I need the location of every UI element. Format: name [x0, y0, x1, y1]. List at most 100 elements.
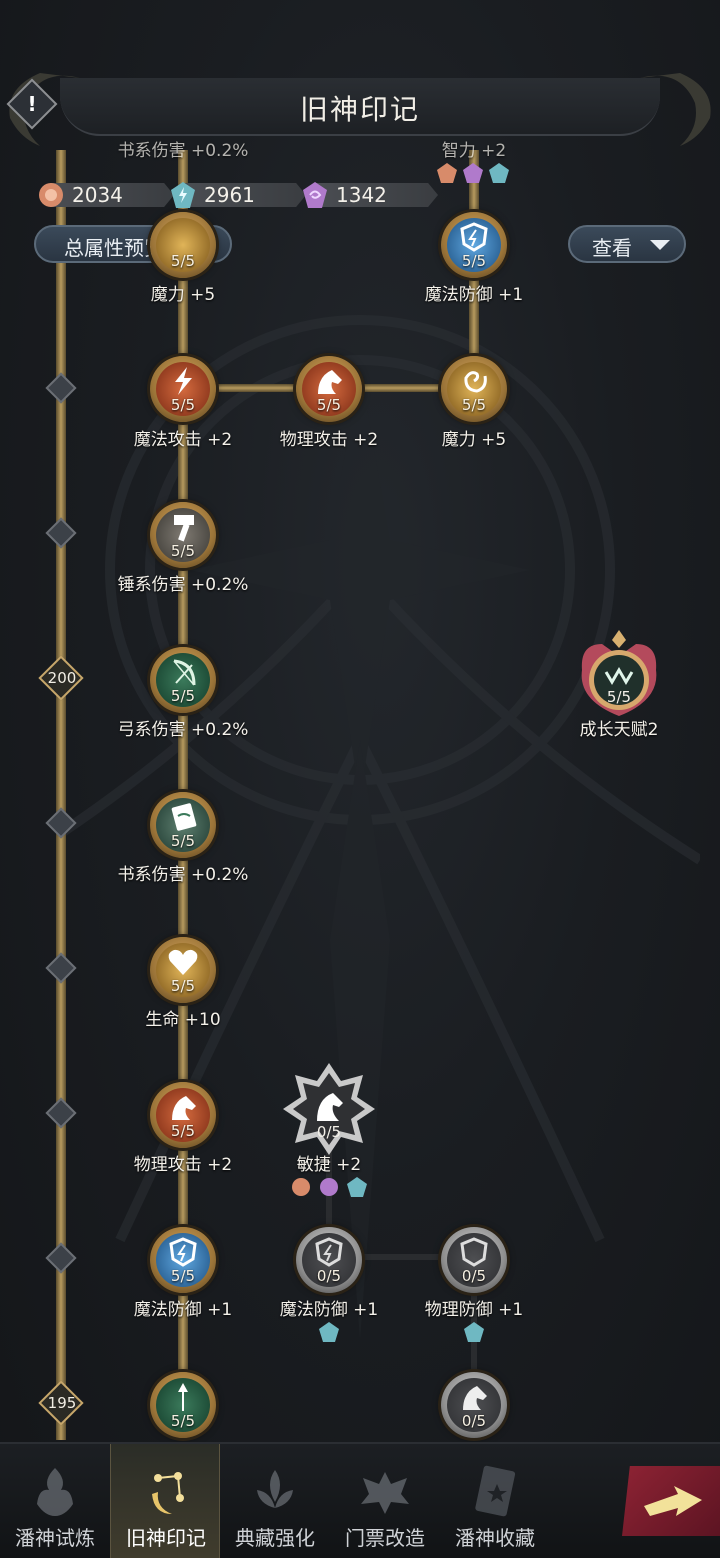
tab-ticket-modify[interactable]: 门票改造: [330, 1444, 440, 1558]
currency-purple: 1342: [300, 180, 440, 210]
skill-node-magic-power-top[interactable]: 5/5: [150, 212, 216, 278]
skill-node-agility[interactable]: 0/5: [283, 1063, 375, 1155]
skill-node-spear[interactable]: 5/5: [150, 1372, 216, 1438]
node-label: 魔力 +5: [441, 430, 507, 450]
teal-gem-icon: [319, 1322, 339, 1342]
skill-node-magic-attack[interactable]: 5/5: [150, 356, 216, 422]
skill-node-magic-power[interactable]: 5/5: [441, 356, 507, 422]
rose-gem-icon: [292, 1178, 310, 1196]
node-label: 锤系伤害 +0.2%: [117, 575, 249, 595]
bottom-nav: 潘神试炼 旧神印记 典藏强化 门票改造 潘神收藏: [0, 1442, 720, 1558]
node-count: 5/5: [170, 687, 196, 705]
node-count: 5/5: [170, 977, 196, 995]
skill-node-locked-bottom[interactable]: 0/5: [441, 1372, 507, 1438]
node-label: 魔法防御 +1: [424, 285, 524, 305]
spear-icon: [178, 1383, 188, 1411]
page-title: 旧神印记: [299, 93, 420, 126]
node-label: 书系伤害 +0.2%: [117, 865, 249, 885]
purple-swirl-gem-icon: [303, 182, 327, 208]
tab-label: 门票改造: [345, 1526, 425, 1550]
purple-gem-icon: [463, 163, 483, 183]
level-marker: [45, 517, 77, 549]
node-label: 生命 +10: [145, 1010, 221, 1030]
heart-icon: [168, 949, 198, 975]
node-count: 0/5: [461, 1267, 487, 1285]
hammer-icon: [174, 515, 194, 542]
level-marker: [45, 372, 77, 404]
bow-icon: [173, 659, 196, 686]
node-count: 5/5: [170, 396, 196, 414]
node-count: 5/5: [170, 252, 196, 270]
lightning-icon: [175, 367, 192, 395]
level-marker: [45, 1097, 77, 1129]
currency-teal: 2961: [168, 180, 308, 210]
chevron-down-icon: [650, 240, 670, 250]
teal-gem-icon: [347, 1177, 367, 1197]
shield-lightning-icon: [460, 222, 488, 252]
purple-gem-icon: [320, 1178, 338, 1196]
partial-label-left: 书系伤害 +0.2%: [117, 141, 249, 161]
teal-gem-icon: [464, 1322, 484, 1342]
level-label: 195: [47, 1394, 77, 1412]
skill-node-physical-attack-low[interactable]: 5/5: [150, 1082, 216, 1148]
currency-rose-value: 2034: [72, 183, 123, 207]
skill-node-magic-defense-low[interactable]: 5/5: [150, 1227, 216, 1293]
node-label: 弓系伤害 +0.2%: [117, 720, 249, 740]
horse-head-icon: [172, 1096, 196, 1120]
level-marker: [45, 1242, 77, 1274]
skill-node-bow-damage[interactable]: 5/5: [150, 647, 216, 713]
flame-crest-icon: [37, 1468, 73, 1516]
currency-teal-value: 2961: [204, 183, 255, 207]
star-frame-icon: [283, 1063, 375, 1155]
view-dropdown[interactable]: 查看: [568, 225, 686, 263]
rose-gem-icon: [39, 183, 63, 207]
tab-label: 旧神印记: [126, 1526, 206, 1550]
crown-crest-icon: [581, 630, 657, 716]
tab-label: 典藏强化: [235, 1526, 315, 1550]
tab-old-god-mark[interactable]: 旧神印记: [110, 1444, 220, 1558]
skill-node-magic-defense-top[interactable]: 5/5: [441, 212, 507, 278]
node-label: 成长天赋2: [579, 720, 659, 740]
level-label: 200: [47, 669, 77, 687]
skill-node-hammer-damage[interactable]: 5/5: [150, 502, 216, 568]
go-button[interactable]: [622, 1466, 720, 1536]
node-count: 5/5: [170, 1412, 196, 1430]
arrow-right-icon: [644, 1486, 702, 1516]
node-count: 5/5: [170, 1122, 196, 1140]
node-count: 5/5: [170, 1267, 196, 1285]
book-icon: [171, 803, 197, 831]
node-count: 5/5: [461, 252, 487, 270]
currency-purple-value: 1342: [336, 183, 387, 207]
partial-label-right: 智力 +2: [441, 141, 507, 161]
skill-node-physical-attack[interactable]: 5/5: [296, 356, 362, 422]
teal-lightning-gem-icon: [171, 182, 195, 208]
shield-lightning-icon: [169, 1237, 197, 1267]
node-label: 物理防御 +1: [424, 1300, 524, 1320]
skill-node-magic-defense-locked[interactable]: 0/5: [296, 1227, 362, 1293]
screen: ! 旧神印记 书系伤害 +0.2% 智力 +2 2034 2961 1342 总…: [0, 0, 720, 1558]
tab-label: 潘神试炼: [15, 1526, 95, 1550]
growth-talent-node[interactable]: 5/5: [576, 630, 662, 726]
skill-node-life[interactable]: 5/5: [150, 937, 216, 1003]
spiral-icon: [464, 371, 487, 393]
node-count: 5/5: [316, 396, 342, 414]
skill-node-book-damage[interactable]: 5/5: [150, 792, 216, 858]
node-count: 5/5: [170, 832, 196, 850]
node-count: 0/5: [316, 1123, 342, 1141]
star-card-icon: [475, 1465, 516, 1517]
node-count: 5/5: [606, 688, 632, 706]
node-count: 0/5: [461, 1412, 487, 1430]
top-bar: ! 旧神印记: [0, 72, 720, 146]
view-dropdown-label: 查看: [592, 236, 632, 260]
skill-node-physical-defense-locked[interactable]: 0/5: [441, 1227, 507, 1293]
tab-collection-enhance[interactable]: 典藏强化: [220, 1444, 330, 1558]
tab-pan-trial[interactable]: 潘神试炼: [0, 1444, 110, 1558]
currency-rose: 2034: [36, 180, 176, 210]
attribute-preview-label: 总属性预览: [64, 236, 164, 260]
lotus-crest-icon: [257, 1470, 293, 1508]
horse-head-icon: [463, 1386, 487, 1410]
node-count: 0/5: [316, 1267, 342, 1285]
shield-lightning-icon: [315, 1237, 343, 1267]
tab-pan-collection[interactable]: 潘神收藏: [440, 1444, 550, 1558]
node-label: 敏捷 +2: [296, 1155, 362, 1175]
